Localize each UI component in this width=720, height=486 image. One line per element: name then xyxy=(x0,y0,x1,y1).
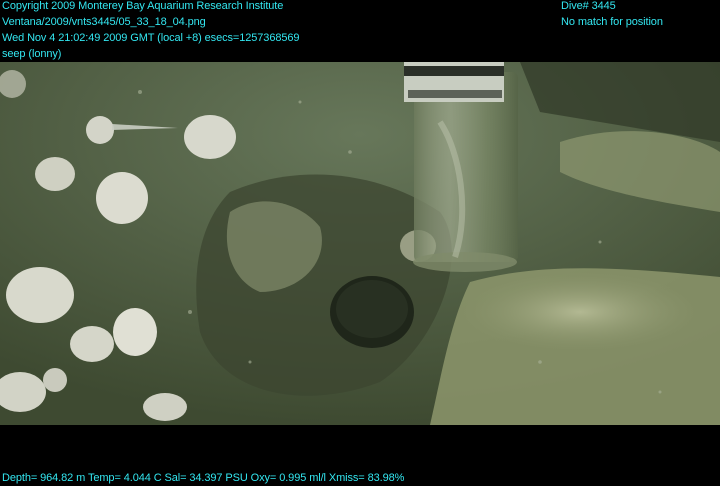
position-status-text: No match for position xyxy=(561,16,663,28)
video-frame: Copyright 2009 Monterey Bay Aquarium Res… xyxy=(0,0,720,486)
seafloor-drawing xyxy=(0,62,720,425)
bacterial-mat-highlight xyxy=(460,272,700,352)
file-path-text: Ventana/2009/vnts3445/05_33_18_04.png xyxy=(2,16,206,28)
site-name-text: seep (lonny) xyxy=(2,48,62,60)
push-core-tube xyxy=(404,62,518,272)
copyright-text: Copyright 2009 Monterey Bay Aquarium Res… xyxy=(2,0,284,12)
bottom-overlay: Depth= 964.82 m Temp= 4.044 C Sal= 34.39… xyxy=(0,425,720,486)
telemetry-text: Depth= 964.82 m Temp= 4.044 C Sal= 34.39… xyxy=(2,472,405,484)
dive-number-text: Dive# 3445 xyxy=(561,0,616,12)
seafloor-image xyxy=(0,62,720,425)
top-overlay: Copyright 2009 Monterey Bay Aquarium Res… xyxy=(0,0,720,62)
timestamp-text: Wed Nov 4 21:02:49 2009 GMT (local +8) e… xyxy=(2,32,300,44)
